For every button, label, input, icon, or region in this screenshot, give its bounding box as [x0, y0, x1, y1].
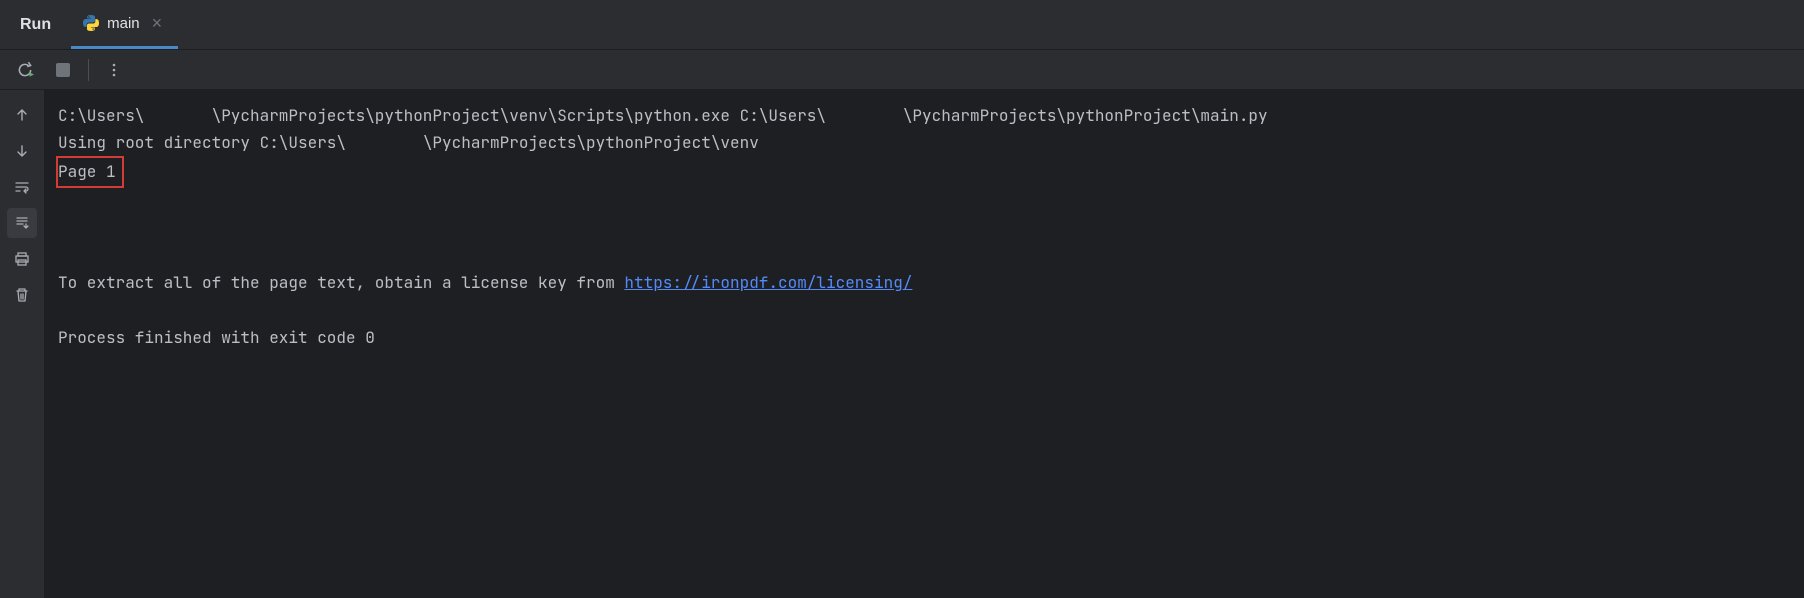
tab-label: main [107, 15, 140, 32]
close-icon[interactable]: × [148, 13, 167, 34]
console-line: To extract all of the page text, obtain … [58, 269, 1790, 296]
python-icon [83, 15, 99, 31]
console-line-highlighted: Page 1 [58, 156, 1790, 187]
more-icon[interactable] [101, 57, 127, 83]
down-arrow-icon[interactable] [7, 136, 37, 166]
console-line-blank [58, 296, 1790, 323]
run-tab-main[interactable]: main × [71, 0, 178, 49]
scroll-to-end-icon[interactable] [7, 208, 37, 238]
license-link[interactable]: https://ironpdf.com/licensing/ [624, 272, 912, 293]
content-wrapper: C:\Users\ \PycharmProjects\pythonProject… [0, 50, 1804, 598]
console-line-blank [58, 188, 1790, 215]
up-arrow-icon[interactable] [7, 100, 37, 130]
toolbar-divider [88, 59, 89, 81]
console-line: Process finished with exit code 0 [58, 324, 1790, 351]
print-icon[interactable] [7, 244, 37, 274]
console-output[interactable]: C:\Users\ \PycharmProjects\pythonProject… [44, 90, 1804, 598]
trash-icon[interactable] [7, 280, 37, 310]
rerun-icon[interactable] [12, 57, 38, 83]
run-toolbar [0, 50, 1804, 90]
run-label: Run [0, 16, 71, 34]
run-panel-header: Run main × [0, 0, 1804, 50]
console-line: C:\Users\ \PycharmProjects\pythonProject… [58, 102, 1790, 129]
console-line-blank [58, 215, 1790, 242]
console-line: Using root directory C:\Users\ \PycharmP… [58, 129, 1790, 156]
stop-icon[interactable] [50, 57, 76, 83]
run-sidebar [0, 90, 44, 598]
soft-wrap-icon[interactable] [7, 172, 37, 202]
main-area: C:\Users\ \PycharmProjects\pythonProject… [0, 50, 1804, 598]
console-line-blank [58, 242, 1790, 269]
